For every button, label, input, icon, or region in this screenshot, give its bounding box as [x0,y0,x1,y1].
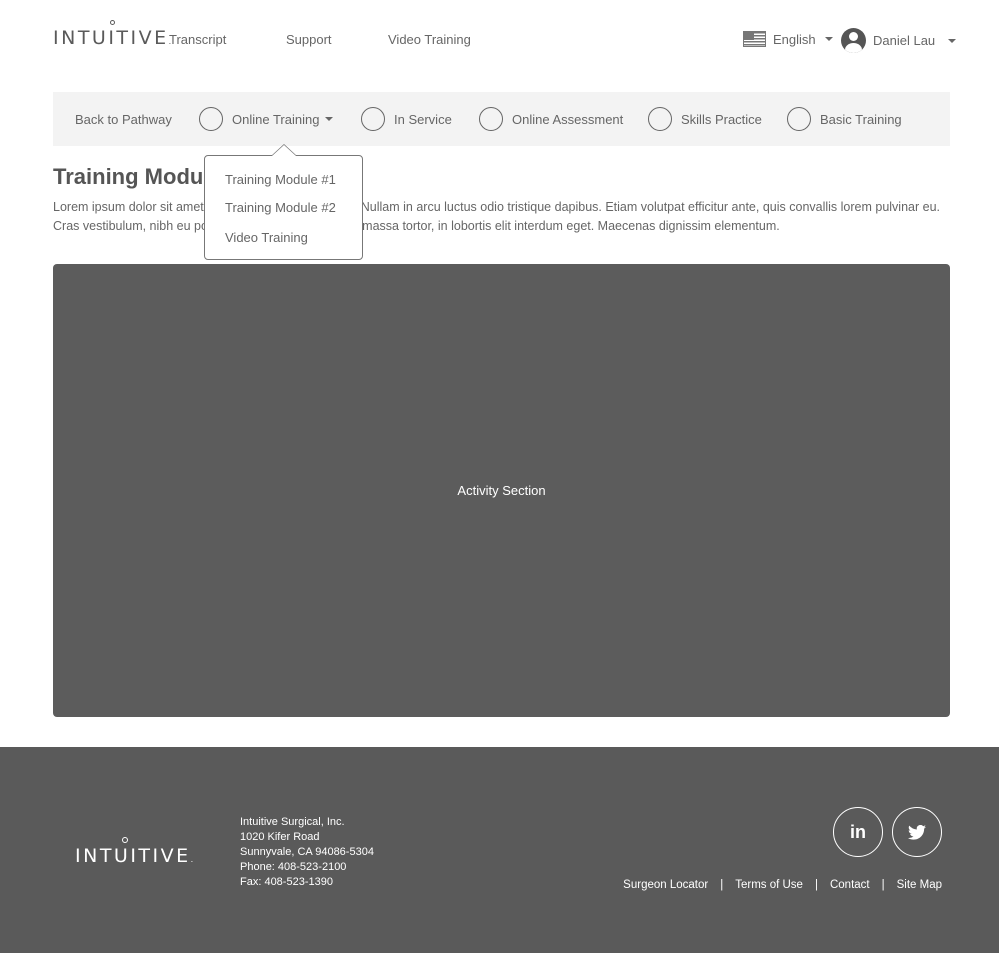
link-separator: | [720,879,724,891]
chevron-down-icon [948,38,957,43]
link-contact[interactable]: Contact [830,879,870,891]
status-circle-icon [199,107,223,131]
logo-dot [122,837,128,843]
logo-dot [110,20,115,25]
link-separator: | [814,879,818,891]
link-terms-of-use[interactable]: Terms of Use [735,879,803,891]
online-training-dropdown: Training Module #1 Training Module #2 Vi… [204,144,363,260]
tab-basic-training[interactable]: Basic Training [787,92,902,146]
tab-label: Basic Training [820,111,902,127]
company-address: Intuitive Surgical, Inc. 1020 Kifer Road… [240,815,374,890]
status-circle-icon [648,107,672,131]
address-fax: Fax: 408-523-1390 [240,876,333,888]
linkedin-button[interactable]: in [833,807,883,857]
address-phone: Phone: 408-523-2100 [240,861,347,873]
address-street: 1020 Kifer Road [240,831,320,843]
user-avatar-icon [841,28,866,53]
activity-section[interactable]: Activity Section [53,264,950,717]
tab-in-service[interactable]: In Service [361,92,452,146]
site-footer: INTUITIVE. Intuitive Surgical, Inc. 1020… [0,747,999,953]
user-name: Daniel Lau [873,33,936,48]
chevron-down-icon [824,37,833,41]
tab-label: Online Assessment [512,111,624,127]
page-description: Lorem ipsum dolor sit amet, consectetur … [53,200,940,233]
chevron-down-icon [325,117,334,121]
linkedin-icon: in [850,821,866,842]
tab-label: In Service [394,111,452,127]
menu-item-training-module-1[interactable]: Training Module #1 [225,172,336,187]
back-to-pathway-link[interactable]: Back to Pathway [75,92,172,146]
status-circle-icon [361,107,385,131]
address-city: Sunnyvale, CA 94086-5304 [240,846,374,858]
tab-label: Skills Practice [681,111,762,127]
twitter-button[interactable] [892,807,942,857]
tab-online-training[interactable]: Online Training [199,92,334,146]
tab-label: Online Training [232,111,320,127]
user-menu[interactable]: Daniel Lau [841,28,957,53]
link-separator: | [881,879,885,891]
site-header: INTUITIVE. Transcript Support Video Trai… [0,0,999,80]
us-flag-icon [743,31,766,47]
link-site-map[interactable]: Site Map [897,879,942,891]
tab-online-assessment[interactable]: Online Assessment [479,92,623,146]
menu-item-video-training[interactable]: Video Training [225,230,308,245]
menu-item-training-module-2[interactable]: Training Module #2 [225,200,336,215]
back-label: Back to Pathway [75,111,172,127]
nav-video-training[interactable]: Video Training [388,32,471,47]
logo-text: INTUITIVE [53,27,169,49]
activity-label: Activity Section [457,483,546,498]
footer-logo[interactable]: INTUITIVE. [75,837,193,867]
link-surgeon-locator[interactable]: Surgeon Locator [623,879,708,891]
nav-transcript[interactable]: Transcript [169,32,226,47]
pathway-nav: Back to Pathway Online Training In Servi… [53,92,950,146]
language-label: English [773,31,816,47]
status-circle-icon [787,107,811,131]
address-company: Intuitive Surgical, Inc. [240,816,345,828]
language-selector[interactable]: English [743,31,833,47]
tab-skills-practice[interactable]: Skills Practice [648,92,762,146]
status-circle-icon [479,107,503,131]
intuitive-logo[interactable]: INTUITIVE. [53,20,171,49]
twitter-icon [908,824,926,840]
footer-links: Surgeon Locator | Terms of Use | Contact… [623,879,942,891]
footer-logo-text: INTUITIVE [75,845,191,867]
nav-support[interactable]: Support [286,32,332,47]
